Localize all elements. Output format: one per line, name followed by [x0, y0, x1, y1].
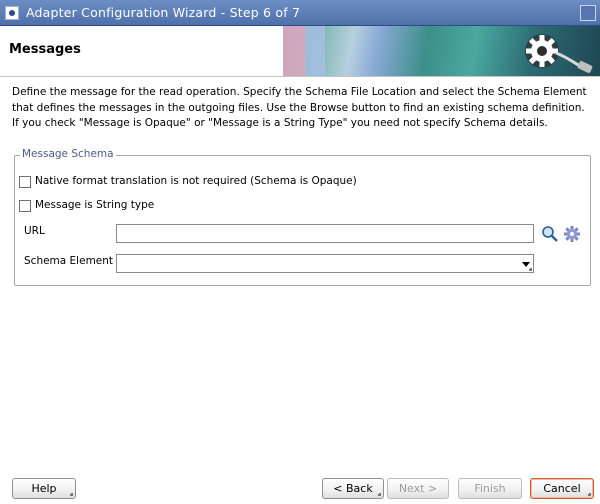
finish-button-label: Finish: [474, 482, 506, 495]
opaque-checkbox[interactable]: [19, 176, 31, 188]
group-legend: Message Schema: [20, 148, 116, 160]
resize-grip-icon: [70, 493, 73, 496]
step-description: Define the message for the read operatio…: [12, 86, 587, 129]
cancel-button-label: Cancel: [543, 482, 581, 495]
resize-grip-icon: [588, 493, 591, 496]
header-banner-image: [283, 26, 600, 76]
wizard-header: Messages: [0, 26, 600, 77]
back-button[interactable]: < Back: [322, 478, 384, 499]
back-button-label: < Back: [333, 482, 373, 495]
help-button[interactable]: Help: [12, 478, 76, 499]
chevron-down-icon[interactable]: [522, 262, 530, 267]
window-menu-icon[interactable]: [5, 6, 19, 20]
next-button-label: Next >: [398, 482, 438, 495]
resize-grip-icon: [378, 493, 381, 496]
search-icon[interactable]: [541, 225, 559, 243]
string-type-checkbox[interactable]: [19, 200, 31, 212]
gear-icon[interactable]: [563, 225, 581, 243]
message-schema-group: Message Schema Native format translation…: [14, 148, 591, 286]
resize-grip-icon: [529, 268, 532, 271]
url-label: URL: [24, 225, 45, 237]
schema-element-select[interactable]: [116, 254, 534, 273]
opaque-checkbox-label[interactable]: Native format translation is not require…: [35, 175, 357, 187]
window-titlebar[interactable]: Adapter Configuration Wizard - Step 6 of…: [0, 0, 600, 26]
help-button-label: Help: [31, 482, 57, 495]
next-button[interactable]: Next >: [387, 478, 449, 499]
window-close-button[interactable]: [580, 5, 596, 21]
window-title: Adapter Configuration Wizard - Step 6 of…: [26, 5, 301, 20]
finish-button[interactable]: Finish: [458, 478, 522, 499]
url-input[interactable]: [116, 224, 534, 243]
cancel-button[interactable]: Cancel: [530, 478, 594, 499]
page-title: Messages: [9, 42, 81, 57]
string-type-checkbox-label[interactable]: Message is String type: [35, 199, 154, 211]
adapter-gear-icon: [525, 34, 593, 73]
banner-stripe: [283, 26, 305, 76]
banner-stripe: [305, 26, 325, 76]
schema-element-label: Schema Element: [24, 255, 114, 267]
